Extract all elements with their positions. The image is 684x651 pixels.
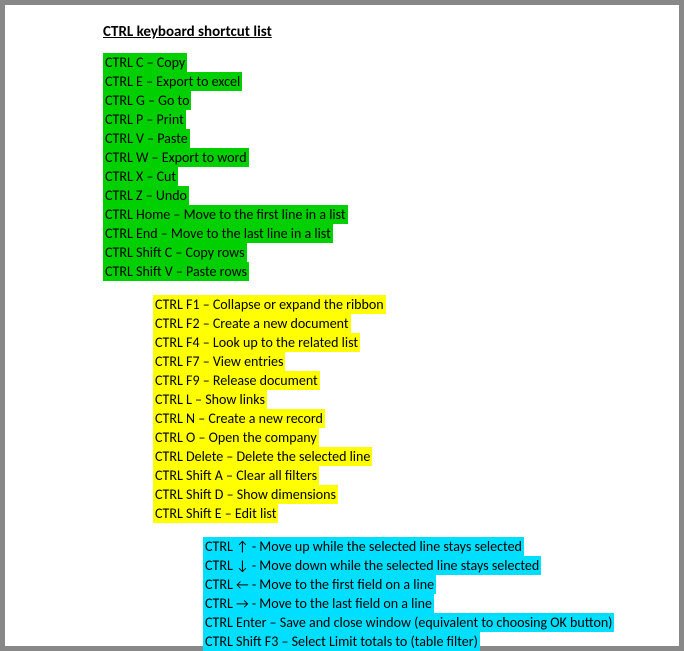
shortcut-line: CTRL Shift A – Clear all filters [153,466,319,485]
shortcut-line: CTRL X – Cut [103,167,178,186]
shortcut-line: CTRL C – Copy [103,53,187,72]
shortcut-group-green: CTRL C – CopyCTRL E – Export to excelCTR… [103,53,661,281]
shortcut-line: CTRL O – Open the company [153,428,319,447]
shortcut-line: CTRL Shift V – Paste rows [103,262,249,281]
shortcut-line: CTRL V – Paste [103,129,190,148]
shortcut-line: CTRL → - Move to the last field on a lin… [203,594,434,613]
page-title: CTRL keyboard shortcut list [103,23,661,41]
shortcut-line: CTRL F9 – Release document [153,371,320,390]
shortcut-line: CTRL Home – Move to the first line in a … [103,205,348,224]
shortcut-line: CTRL F4 – Look up to the related list [153,333,360,352]
shortcut-line: CTRL E – Export to excel [103,72,242,91]
shortcut-line: CTRL P – Print [103,110,186,129]
shortcut-line: CTRL Shift F3 – Select Limit totals to (… [203,632,480,651]
document-frame: CTRL keyboard shortcut list CTRL C – Cop… [0,0,684,651]
shortcut-line: CTRL ← - Move to the first field on a li… [203,575,436,594]
shortcut-line: CTRL G – Go to [103,91,191,110]
shortcut-line: CTRL F1 – Collapse or expand the ribbon [153,295,386,314]
shortcut-line: CTRL ↓ - Move down while the selected li… [203,556,541,575]
shortcut-line: CTRL W – Export to word [103,148,249,167]
shortcut-line: CTRL Delete – Delete the selected line [153,447,372,466]
shortcut-line: CTRL Shift C – Copy rows [103,243,247,262]
shortcut-line: CTRL Shift D – Show dimensions [153,485,338,504]
shortcut-line: CTRL L – Show links [153,390,267,409]
shortcut-line: CTRL N – Create a new record [153,409,325,428]
shortcut-line: CTRL Enter – Save and close window (equi… [203,613,614,632]
shortcut-line: CTRL ↑ - Move up while the selected line… [203,537,524,556]
shortcut-line: CTRL Z – Undo [103,186,189,205]
shortcut-group-cyan: CTRL ↑ - Move up while the selected line… [203,537,661,651]
shortcut-line: CTRL Shift E – Edit list [153,504,278,523]
shortcut-group-yellow: CTRL F1 – Collapse or expand the ribbonC… [153,295,661,523]
shortcut-line: CTRL F7 – View entries [153,352,285,371]
shortcut-line: CTRL F2 – Create a new document [153,314,351,333]
shortcut-line: CTRL End – Move to the last line in a li… [103,224,333,243]
content-area: CTRL C – CopyCTRL E – Export to excelCTR… [23,53,661,651]
